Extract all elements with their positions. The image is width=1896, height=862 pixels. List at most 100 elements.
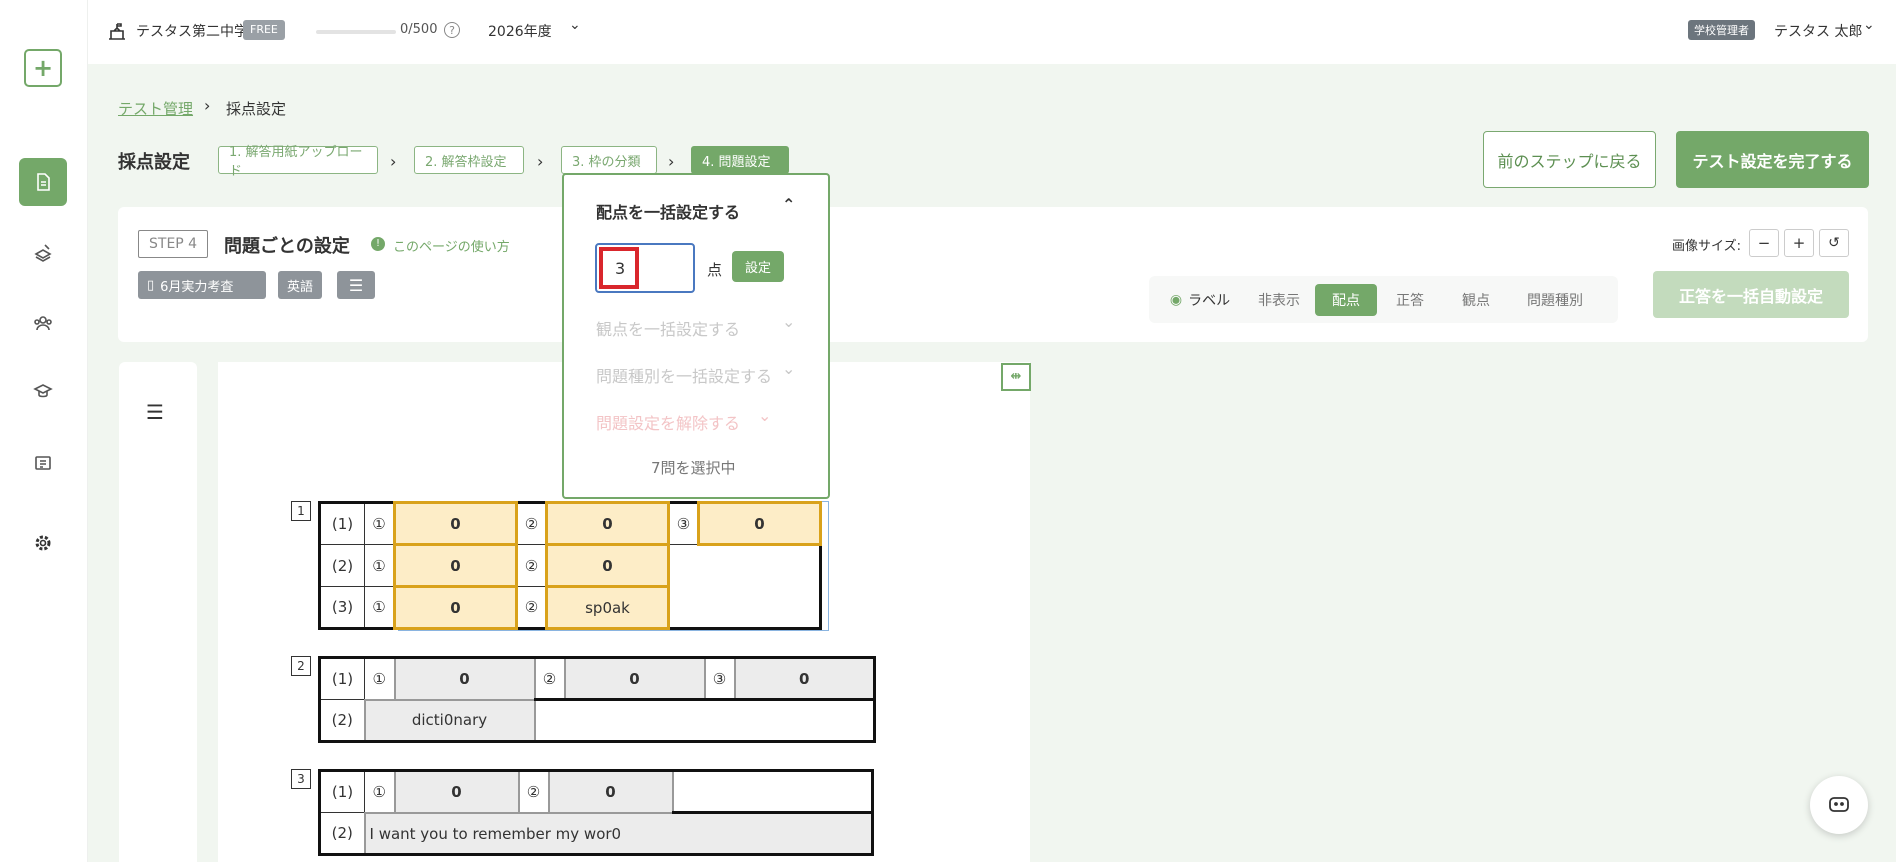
image-size-label: 画像サイズ: [1672, 239, 1741, 254]
back-step-button[interactable]: 前のステップに戻る [1483, 131, 1656, 188]
usage-count: 0/500 [400, 22, 438, 37]
step-question-settings[interactable]: 4. 問題設定 [691, 146, 789, 174]
help-link[interactable]: このページの使い方 [393, 236, 510, 255]
bulk-question-type-label: 問題種別を一括設定する [596, 367, 773, 386]
gear-icon [35, 535, 51, 551]
answer-cell[interactable]: 0 [393, 656, 536, 701]
step-classify[interactable]: 3. 枠の分類 [561, 146, 657, 174]
question-number: 3 [291, 769, 311, 789]
question-list-panel: ☰ [119, 362, 197, 862]
points-input[interactable]: 3 [595, 243, 695, 293]
year-select[interactable]: 2026年度 [488, 21, 552, 41]
notes-icon[interactable]: ☰ [337, 271, 375, 299]
answer-cell[interactable]: 0 [563, 656, 706, 701]
answer-cell[interactable]: I want you to remember my wor0 [363, 811, 874, 856]
item-number: ① [364, 657, 395, 700]
points-unit: 点 [707, 261, 723, 279]
user-menu-chevron-icon[interactable]: ⌄ [1863, 17, 1875, 33]
auto-set-answers-button[interactable]: 正答を一括自動設定 [1653, 271, 1849, 318]
role-badge: 学校管理者 [1688, 20, 1755, 40]
zoom-in-button[interactable]: + [1784, 229, 1814, 257]
sidebar-item-reports[interactable] [19, 439, 67, 487]
breadcrumb-parent[interactable]: テスト管理 [118, 98, 193, 119]
help-circle-icon[interactable]: ? [444, 22, 460, 38]
user-name[interactable]: テスタス 太郎 [1774, 21, 1862, 41]
set-points-button[interactable]: 設定 [732, 251, 784, 282]
row-label: (2) [319, 699, 365, 742]
chat-support-button[interactable] [1810, 776, 1868, 834]
chevron-down-icon: ⌄ [782, 312, 796, 331]
item-number: ③ [668, 502, 699, 545]
answer-cell[interactable]: 0 [393, 585, 518, 630]
toggle-question-type[interactable]: 問題種別 [1509, 284, 1601, 316]
item-number: ② [516, 544, 547, 587]
row-label: (2) [319, 544, 365, 587]
pen-paper-icon [34, 244, 52, 262]
toggle-label-text: ラベル [1188, 292, 1231, 309]
item-number: ② [516, 502, 547, 545]
step-arrow: › [668, 152, 675, 171]
step-answer-frame[interactable]: 2. 解答枠設定 [414, 146, 524, 174]
answer-cell[interactable]: 0 [393, 769, 520, 814]
zoom-out-button[interactable]: − [1749, 229, 1779, 257]
clear-settings-label: 問題設定を解除する [596, 414, 741, 433]
table-row: (2) I want you to remember my wor0 [319, 811, 874, 856]
toggle-viewpoint[interactable]: 観点 [1443, 284, 1509, 316]
table-row: (1) ① 0 ② 0 ③ 0 [319, 501, 822, 546]
step-upload[interactable]: 1. 解答用紙アップロード [218, 145, 378, 179]
answer-cell[interactable]: 0 [697, 501, 822, 546]
answer-cell[interactable]: 0 [393, 501, 518, 546]
question-2-table: (1) ① 0 ② 0 ③ 0 (2) dicti0nary [318, 656, 876, 743]
item-number: ① [364, 770, 395, 813]
toggle-label[interactable]: ◉ ラベル [1157, 284, 1243, 316]
school-name[interactable]: テスタス第二中学 [136, 21, 248, 41]
table-row: (2) dicti0nary [319, 698, 875, 743]
school-icon [109, 23, 125, 40]
toggle-answer[interactable]: 正答 [1377, 284, 1443, 316]
step-arrow: › [390, 152, 397, 171]
resize-handle-icon[interactable]: ⇹ [1001, 363, 1031, 391]
bulk-points-title[interactable]: 配点を一括設定する [596, 199, 740, 223]
chat-icon [1829, 797, 1849, 812]
document-icon: ▯ [147, 277, 155, 293]
bulk-viewpoint-label: 観点を一括設定する [596, 320, 741, 339]
sidebar-item-teachers[interactable] [19, 368, 67, 416]
row-label: (3) [319, 586, 365, 629]
graduation-icon [33, 384, 53, 398]
item-number: ② [518, 770, 549, 813]
test-name-tag: ▯ 6月実力考査 [138, 271, 266, 299]
sidebar-item-students[interactable] [19, 299, 67, 347]
sidebar-item-settings[interactable] [19, 519, 67, 567]
chevron-down-icon[interactable]: ⌄ [569, 17, 581, 33]
answer-cell[interactable]: dicti0nary [363, 698, 536, 743]
plan-badge: FREE [243, 20, 285, 40]
chevron-up-icon[interactable]: ⌃ [782, 195, 795, 214]
answer-cell[interactable]: 0 [547, 769, 674, 814]
answer-cell[interactable]: 0 [393, 543, 518, 588]
report-icon [35, 456, 51, 470]
answer-cell[interactable]: 0 [733, 656, 876, 701]
table-row: (1) ① 0 ② 0 [319, 769, 873, 814]
eye-icon: ◉ [1169, 291, 1183, 308]
answer-cell[interactable]: 0 [545, 501, 670, 546]
finish-setup-button[interactable]: テスト設定を完了する [1676, 131, 1869, 188]
sidebar: + [0, 0, 88, 862]
question-number: 2 [291, 656, 311, 676]
answer-cell[interactable]: sp0ak [545, 585, 670, 630]
reset-zoom-icon[interactable]: ↺ [1819, 229, 1849, 257]
group-icon [34, 316, 52, 331]
list-icon[interactable]: ☰ [146, 400, 164, 424]
item-number: ① [364, 586, 395, 629]
toggle-points[interactable]: 配点 [1315, 283, 1377, 316]
top-bar: テスタス第二中学 FREE 0/500 ? 2026年度 ⌄ 学校管理者 テスタ… [88, 0, 1896, 64]
page-title: 採点設定 [118, 152, 190, 173]
row-label: (1) [319, 657, 365, 700]
answer-cell[interactable]: 0 [545, 543, 670, 588]
row-label: (2) [319, 812, 365, 855]
add-button[interactable]: + [24, 49, 62, 87]
toggle-hide[interactable]: 非表示 [1243, 284, 1315, 316]
sidebar-item-grading[interactable] [19, 228, 67, 276]
breadcrumb-current: 採点設定 [226, 100, 287, 118]
sidebar-item-tests[interactable] [19, 158, 67, 206]
item-number: ② [516, 586, 547, 629]
